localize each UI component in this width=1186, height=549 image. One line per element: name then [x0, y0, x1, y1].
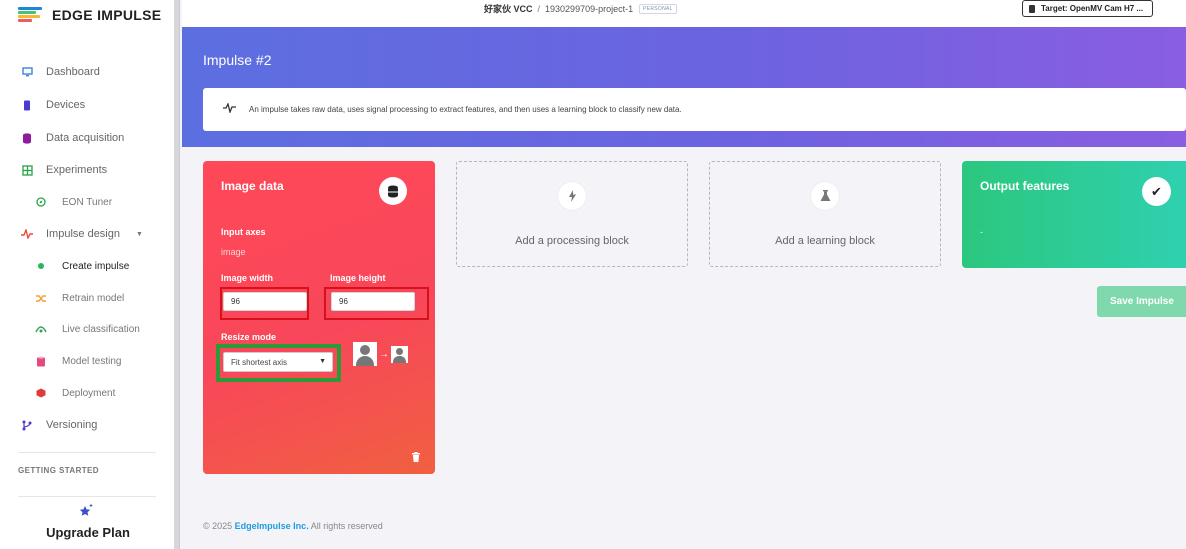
sidebar-item-label: Retrain model	[62, 292, 125, 304]
chevron-down-icon: ▼	[319, 358, 326, 365]
user-name[interactable]: 好家伙 VCC	[484, 2, 533, 15]
output-features-title: Output features	[980, 179, 1070, 193]
sidebar-divider	[18, 496, 156, 497]
project-breadcrumb: 好家伙 VCC / 1930299709-project-1 PERSONAL	[484, 2, 677, 15]
sidebar-item-label: Data acquisition	[46, 132, 125, 144]
pulse-icon	[20, 227, 34, 241]
sidebar-item-label: EON Tuner	[62, 196, 113, 208]
arrow-right-icon: →	[379, 348, 389, 360]
sidebar-item-create-impulse[interactable]: Create impulse	[34, 256, 129, 276]
save-impulse-button[interactable]: Save Impulse	[1097, 286, 1186, 317]
target-device-button[interactable]: Target: OpenMV Cam H7 ...	[1022, 0, 1153, 17]
sidebar-item-data-acquisition[interactable]: Data acquisition	[20, 128, 124, 148]
sidebar-item-devices[interactable]: Devices	[20, 95, 85, 115]
sidebar-item-eon-tuner[interactable]: EON Tuner	[34, 192, 112, 212]
info-text: An impulse takes raw data, uses signal p…	[249, 105, 682, 114]
input-axes-value: image	[221, 247, 246, 257]
clipboard-icon	[34, 354, 48, 368]
chevron-down-icon[interactable]: ▼	[136, 231, 143, 238]
sidebar-item-label: Dashboard	[46, 66, 100, 78]
output-features-block: Output features ✔ -	[962, 161, 1186, 268]
plan-badge: PERSONAL	[639, 3, 677, 14]
breadcrumb-separator: /	[537, 3, 541, 14]
page-header-banner: Impulse #2 An impulse takes raw data, us…	[182, 27, 1186, 147]
sidebar-item-dashboard[interactable]: Dashboard	[20, 62, 100, 82]
sidebar-item-label: Experiments	[46, 164, 108, 176]
sidebar-item-model-testing[interactable]: Model testing	[34, 351, 121, 371]
footer-rights: All rights reserved	[310, 521, 383, 531]
info-box: An impulse takes raw data, uses signal p…	[203, 88, 1186, 131]
sidebar-item-impulse-design[interactable]: Impulse design ▼	[20, 224, 143, 244]
sidebar-section-label: GETTING STARTED	[18, 466, 99, 475]
image-height-input[interactable]	[331, 292, 415, 311]
sidebar-item-label: Live classification	[62, 323, 140, 335]
sidebar-item-versioning[interactable]: Versioning	[20, 415, 97, 435]
shuffle-icon	[34, 291, 48, 305]
project-name[interactable]: 1930299709-project-1	[545, 4, 633, 14]
app-root: EDGE IMPULSE Dashboard Devices Data acqu…	[0, 0, 1186, 549]
footer-copyright: © 2025	[203, 521, 233, 531]
sidebar-divider	[18, 452, 156, 453]
live-icon	[34, 322, 48, 336]
input-axes-label: Input axes	[221, 227, 266, 237]
person-small-icon	[391, 345, 408, 363]
top-bar: 好家伙 VCC / 1930299709-project-1 PERSONAL …	[182, 0, 1186, 27]
sidebar-item-experiments[interactable]: Experiments	[20, 160, 107, 180]
image-width-input[interactable]	[223, 292, 307, 311]
sidebar-scrollbar[interactable]	[174, 0, 180, 549]
output-features-value: -	[980, 227, 983, 237]
sidebar: EDGE IMPULSE Dashboard Devices Data acqu…	[0, 0, 176, 549]
sidebar-item-label: Devices	[46, 99, 86, 111]
sidebar-item-deployment[interactable]: Deployment	[34, 383, 115, 403]
sidebar-item-label: Model testing	[62, 355, 122, 367]
image-height-label: Image height	[330, 273, 386, 283]
footer: © 2025 EdgeImpulse Inc. All rights reser…	[203, 521, 383, 531]
footer-company-link[interactable]: EdgeImpulse Inc.	[235, 521, 309, 531]
resize-mode-value: Fit shortest axis	[231, 357, 288, 367]
logo[interactable]: EDGE IMPULSE	[18, 4, 161, 26]
sidebar-item-label: Impulse design	[46, 228, 120, 240]
sparkle-star-icon[interactable]	[78, 503, 94, 522]
monitor-icon	[20, 65, 34, 79]
image-block-title: Image data	[221, 179, 284, 193]
experiments-icon	[20, 163, 34, 177]
edge-impulse-logo-icon	[18, 7, 42, 23]
database-icon	[379, 177, 407, 205]
resize-mode-select[interactable]: Fit shortest axis ▼	[223, 352, 333, 372]
flask-icon	[811, 182, 839, 210]
add-learning-block-label: Add a learning block	[775, 235, 875, 247]
add-processing-block[interactable]: Add a processing block	[456, 161, 688, 267]
add-processing-block-label: Add a processing block	[515, 235, 629, 247]
upgrade-plan-button[interactable]: Upgrade Plan	[0, 525, 176, 540]
sidebar-item-live-classification[interactable]: Live classification	[34, 319, 140, 339]
sidebar-item-label: Create impulse	[62, 260, 130, 272]
branch-icon	[20, 418, 34, 432]
target-label: Target: OpenMV Cam H7 ...	[1041, 4, 1144, 13]
pulse-icon	[223, 102, 236, 116]
check-icon: ✔	[1142, 177, 1171, 206]
page-title: Impulse #2	[203, 52, 272, 68]
bolt-icon	[558, 182, 586, 210]
image-width-label: Image width	[221, 273, 274, 283]
package-icon	[34, 386, 48, 400]
sidebar-item-retrain-model[interactable]: Retrain model	[34, 288, 124, 308]
resize-mode-label: Resize mode	[221, 332, 277, 342]
chip-icon	[1029, 4, 1035, 13]
sidebar-item-label: Versioning	[46, 419, 98, 431]
add-learning-block[interactable]: Add a learning block	[709, 161, 941, 267]
compass-icon	[34, 195, 48, 209]
resize-illustration: →	[353, 342, 408, 366]
dot-icon	[34, 259, 48, 273]
image-data-block: Image data Input axes image Image width …	[203, 161, 435, 474]
trash-icon[interactable]	[412, 449, 420, 462]
chip-icon	[20, 98, 34, 112]
person-large-icon	[353, 342, 377, 366]
sidebar-item-label: Deployment	[62, 387, 116, 399]
logo-text: EDGE IMPULSE	[52, 7, 162, 23]
database-icon	[20, 131, 34, 145]
